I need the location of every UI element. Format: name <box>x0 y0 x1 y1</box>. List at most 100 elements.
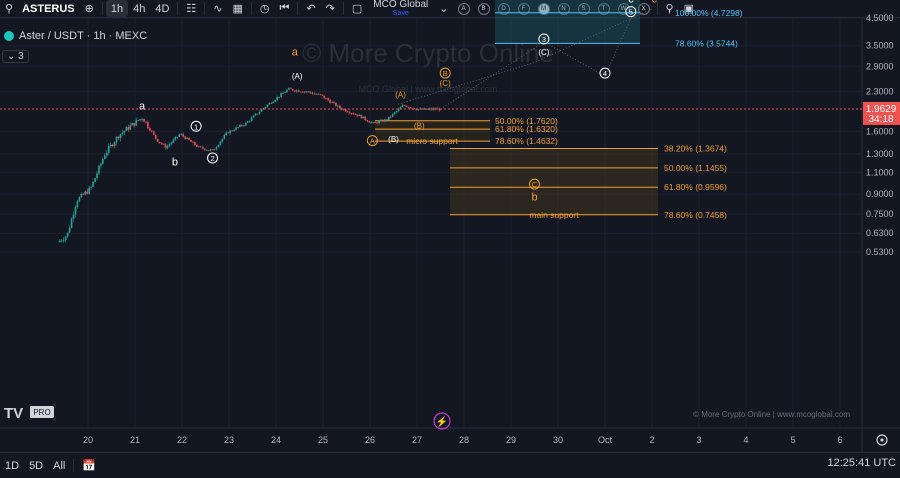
candle-body <box>366 119 369 122</box>
time-tick-label: 24 <box>271 435 281 445</box>
candle-body <box>270 102 273 104</box>
candle-body <box>258 111 261 114</box>
time-axis[interactable]: 20 21 22 23 24 25 26 27 28 29 30 Oct 2 3 4 5 6 <box>83 435 843 445</box>
wave-label-text: 4 <box>603 69 607 78</box>
candle-body <box>109 144 112 147</box>
candle-body <box>141 118 143 120</box>
candle-body <box>215 147 218 150</box>
candle-body <box>294 90 296 92</box>
candle-body <box>219 141 222 145</box>
candle-body <box>247 121 249 123</box>
candle-body <box>268 102 271 105</box>
candle-body <box>309 91 312 93</box>
bottom-toolbar: 1D 5D All 📅 <box>0 452 900 478</box>
candle-body <box>386 119 388 121</box>
candle-body <box>362 116 365 119</box>
time-tick-label: 2 <box>649 435 654 445</box>
candle-body <box>337 105 339 107</box>
candle-body <box>382 119 384 122</box>
candle-body <box>96 173 98 179</box>
candle-body <box>290 88 292 90</box>
range-1d[interactable]: 1D <box>0 453 24 478</box>
indicator-collapse-badge[interactable]: ⌄ 3 <box>2 50 29 63</box>
watermark-sub: MCO Global | www.mcoglobal.com <box>359 84 498 94</box>
candle-body <box>311 92 314 94</box>
candle-body <box>207 149 210 151</box>
candle-body <box>166 145 169 149</box>
candle-body <box>143 118 145 122</box>
fib-upper-label: 78.60% (3.5744) <box>675 38 738 48</box>
price-axis[interactable]: 6.50005.50004.50003.50002.90002.30001.60… <box>866 0 894 257</box>
candle-body <box>119 133 122 139</box>
candle-body <box>62 240 65 241</box>
candle-body <box>60 240 63 242</box>
time-tick-label: 25 <box>318 435 328 445</box>
candle-body <box>127 127 130 130</box>
candle-body <box>407 107 410 108</box>
candle-body <box>149 128 151 131</box>
candle-body <box>282 92 284 94</box>
candle-body <box>59 240 61 243</box>
settings-gear-icon[interactable] <box>876 434 888 446</box>
candle-body <box>194 142 196 145</box>
price-chart[interactable]: © More Crypto Online MCO Global | www.mc… <box>0 0 900 452</box>
candle-body <box>391 113 394 117</box>
candle-body <box>350 113 353 115</box>
candle-body <box>264 106 267 109</box>
time-tick-label: 20 <box>83 435 93 445</box>
candle-body <box>111 144 114 146</box>
wave-label-text: 1 <box>194 122 198 131</box>
candle-body <box>389 116 392 118</box>
wave-label-text: (A) <box>292 72 303 81</box>
candle-body <box>317 93 320 95</box>
candle-body <box>200 146 202 148</box>
range-5d[interactable]: 5D <box>24 453 48 478</box>
candle-body <box>401 105 404 108</box>
price-tick-label: 1.6000 <box>866 126 894 136</box>
range-all[interactable]: All <box>48 453 70 478</box>
price-tick-label: 0.9000 <box>866 189 894 199</box>
wave-label-text: C <box>532 180 538 189</box>
candle-body <box>205 149 208 151</box>
candle-body <box>313 93 316 95</box>
candle-body <box>370 122 372 124</box>
candle-body <box>272 101 275 104</box>
candle-body <box>125 127 128 131</box>
candle-body <box>190 140 192 142</box>
candle-body <box>344 109 347 112</box>
lightning-alert-icon[interactable]: ⚡ <box>433 412 451 430</box>
candle-body <box>209 149 212 151</box>
candle-body <box>156 138 159 142</box>
utc-clock[interactable]: 12:25:41 UTC <box>828 457 896 469</box>
time-tick-label: 4 <box>743 435 748 445</box>
candle-body <box>88 187 90 194</box>
wave-label-text: 2 <box>210 154 214 163</box>
candle-body <box>239 125 241 128</box>
calendar-icon[interactable]: 📅 <box>77 453 101 478</box>
candle-body <box>76 201 79 207</box>
wave-label-text: c <box>628 0 634 5</box>
candle-body <box>397 108 400 111</box>
candle-body <box>154 134 157 139</box>
candle-body <box>325 98 327 99</box>
time-tick-label: 26 <box>365 435 375 445</box>
fib-micro-label: 61.80% (1.6320) <box>495 124 558 134</box>
tradingview-pro-logo: TV PRO <box>4 405 54 422</box>
candle-body <box>245 122 247 126</box>
price-tick-label: 0.5300 <box>866 247 894 257</box>
wave-label-text: b <box>172 157 178 169</box>
candle-body <box>72 214 75 219</box>
candle-body <box>221 138 224 142</box>
symbol-legend[interactable]: Aster / USDT · 1h · MEXC <box>4 30 147 42</box>
candle-body <box>276 97 278 101</box>
candles <box>59 86 441 243</box>
watermark-footer: © More Crypto Online | www.mcoglobal.com <box>693 410 850 419</box>
candle-body <box>98 165 100 174</box>
time-tick-label: 29 <box>506 435 516 445</box>
candle-body <box>158 141 161 143</box>
price-tick-label: 5.5000 <box>866 0 894 1</box>
candle-body <box>333 102 335 104</box>
candle-body <box>217 144 220 148</box>
candle-body <box>100 163 102 166</box>
indicator-count: 3 <box>18 51 24 62</box>
